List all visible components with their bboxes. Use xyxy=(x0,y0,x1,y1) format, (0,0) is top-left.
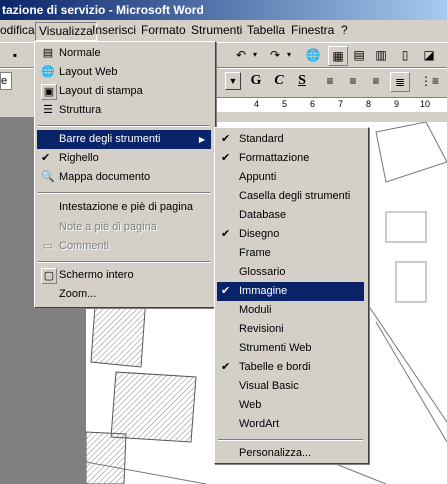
italic-button[interactable]: C xyxy=(270,72,288,90)
menu-tabella[interactable]: Tabella xyxy=(247,22,285,39)
menu-item-layout-web[interactable]: 🌐 Layout Web xyxy=(37,63,211,82)
underline-button[interactable]: S xyxy=(293,72,311,90)
columns-icon[interactable]: ▯ xyxy=(396,46,414,64)
menu-item-barre-strumenti[interactable]: Barre degli strumenti ▶ xyxy=(37,130,211,149)
toolbar-item-casella-strumenti[interactable]: Casella degli strumenti xyxy=(217,187,364,206)
menu-inserisci[interactable]: Inserisci xyxy=(92,22,136,39)
ruler-strip xyxy=(212,97,447,112)
numbering-icon[interactable]: ⋮≡ xyxy=(420,72,439,90)
toolbar-item-immagine[interactable]: ✔ Immagine xyxy=(217,282,364,301)
view-menu: ▤ Normale 🌐 Layout Web ▣ Layout di stamp… xyxy=(34,41,216,308)
menu-help[interactable]: ? xyxy=(341,22,348,39)
save-icon[interactable]: ▪ xyxy=(6,46,24,64)
toolbar-item-strumenti-web[interactable]: Strumenti Web xyxy=(217,339,364,358)
menu-item-normale[interactable]: ▤ Normale xyxy=(37,44,211,63)
checkmark-icon: ✔ xyxy=(41,152,51,164)
ruler-tick: 10 xyxy=(420,99,431,109)
toolbar-item-web[interactable]: Web xyxy=(217,396,364,415)
menu-separator xyxy=(38,261,210,263)
toolbar-item-revisioni[interactable]: Revisioni xyxy=(217,320,364,339)
justify-icon[interactable]: ≣ xyxy=(390,72,410,92)
align-center-icon[interactable]: ≡ xyxy=(344,72,362,90)
title-bar: tazione di servizio - Microsoft Word xyxy=(0,0,447,20)
drawing-icon[interactable]: ◪ xyxy=(420,46,438,64)
toolbar-item-visual-basic[interactable]: Visual Basic xyxy=(217,377,364,396)
undo-icon[interactable]: ↶ xyxy=(232,46,250,64)
menu-strumenti[interactable]: Strumenti xyxy=(191,22,242,39)
toolbar-item-disegno[interactable]: ✔ Disegno xyxy=(217,225,364,244)
ruler-tick: 4 xyxy=(254,99,260,109)
menu-item-note: Note a piè di pagina xyxy=(59,221,157,233)
menu-finestra[interactable]: Finestra xyxy=(291,22,334,39)
bold-button[interactable]: G xyxy=(247,72,265,90)
print-layout-icon: ▣ xyxy=(41,84,57,100)
ruler-tick: 8 xyxy=(366,99,372,109)
toolbar-item-tabelle-bordi[interactable]: ✔ Tabelle e bordi xyxy=(217,358,364,377)
toolbars-submenu: ✔ Standard ✔ Formattazione Appunti Casel… xyxy=(214,127,369,464)
menu-item-struttura[interactable]: ☰ Struttura xyxy=(37,101,211,120)
menu-visualizza[interactable]: Visualizza xyxy=(35,22,97,41)
hyperlink-icon[interactable]: 🌐 xyxy=(304,46,322,64)
web-layout-icon: 🌐 xyxy=(41,66,55,78)
document-map-icon: 🔍 xyxy=(41,171,55,183)
font-dropdown-icon[interactable]: ▼ xyxy=(225,72,241,90)
align-left-icon[interactable]: ≡ xyxy=(321,72,339,90)
insert-table-icon[interactable]: ▤ xyxy=(350,46,368,64)
window-title: tazione di servizio - Microsoft Word xyxy=(2,3,204,17)
ruler-tick: 7 xyxy=(338,99,344,109)
comments-icon: ▭ xyxy=(42,240,54,252)
align-right-icon[interactable]: ≡ xyxy=(367,72,385,90)
menu-bar: odifica Visualizza Inserisci Formato Str… xyxy=(0,20,447,41)
ruler-tick: 5 xyxy=(282,99,288,109)
toolbar-item-glossario[interactable]: Glossario xyxy=(217,263,364,282)
checkmark-icon: ✔ xyxy=(221,152,231,164)
menu-item-mappa-documento[interactable]: 🔍 Mappa documento xyxy=(37,168,211,187)
ruler-tick: 6 xyxy=(310,99,316,109)
menu-item-commenti: ▭ Commenti xyxy=(42,240,110,252)
tables-borders-icon[interactable]: ▦ xyxy=(328,46,348,66)
menu-modifica[interactable]: odifica xyxy=(0,22,35,39)
menu-formato[interactable]: Formato xyxy=(141,22,186,39)
outline-icon: ☰ xyxy=(43,104,53,116)
insert-excel-icon[interactable]: ▥ xyxy=(372,46,390,64)
redo-icon[interactable]: ↷ xyxy=(266,46,284,64)
checkmark-icon: ✔ xyxy=(221,285,231,297)
normal-view-icon: ▤ xyxy=(42,47,54,59)
checkmark-icon: ✔ xyxy=(221,133,231,145)
menu-separator xyxy=(218,439,363,441)
menu-item-schermo-intero[interactable]: ▢ Schermo intero xyxy=(37,266,211,285)
toolbar-item-database[interactable]: Database xyxy=(217,206,364,225)
redo-dropdown-icon[interactable]: ▾ xyxy=(284,46,294,64)
submenu-arrow-icon: ▶ xyxy=(198,135,205,144)
menu-separator xyxy=(38,125,210,127)
checkmark-icon: ✔ xyxy=(221,228,231,240)
toolbar-item-frame[interactable]: Frame xyxy=(217,244,364,263)
menu-item-intestazione[interactable]: Intestazione e piè di pagina xyxy=(37,198,211,217)
menu-item-zoom[interactable]: Zoom... xyxy=(37,285,211,304)
toolbar-item-standard[interactable]: ✔ Standard xyxy=(217,130,364,149)
menu-separator xyxy=(38,192,210,194)
toolbar-item-moduli[interactable]: Moduli xyxy=(217,301,364,320)
menu-item-righello[interactable]: ✔ Righello xyxy=(37,149,211,168)
toolbar-item-wordart[interactable]: WordArt xyxy=(217,415,364,434)
full-screen-icon: ▢ xyxy=(41,268,57,284)
checkmark-icon: ✔ xyxy=(221,361,231,373)
toolbar-item-appunti[interactable]: Appunti xyxy=(217,168,364,187)
toolbar-item-personalizza[interactable]: Personalizza... xyxy=(217,444,364,463)
ruler-tick: 9 xyxy=(394,99,400,109)
menu-item-layout-stampa[interactable]: ▣ Layout di stampa xyxy=(37,82,211,101)
toolbar-item-formattazione[interactable]: ✔ Formattazione xyxy=(217,149,364,168)
undo-dropdown-icon[interactable]: ▾ xyxy=(250,46,260,64)
font-name-field[interactable]: e xyxy=(0,72,12,90)
